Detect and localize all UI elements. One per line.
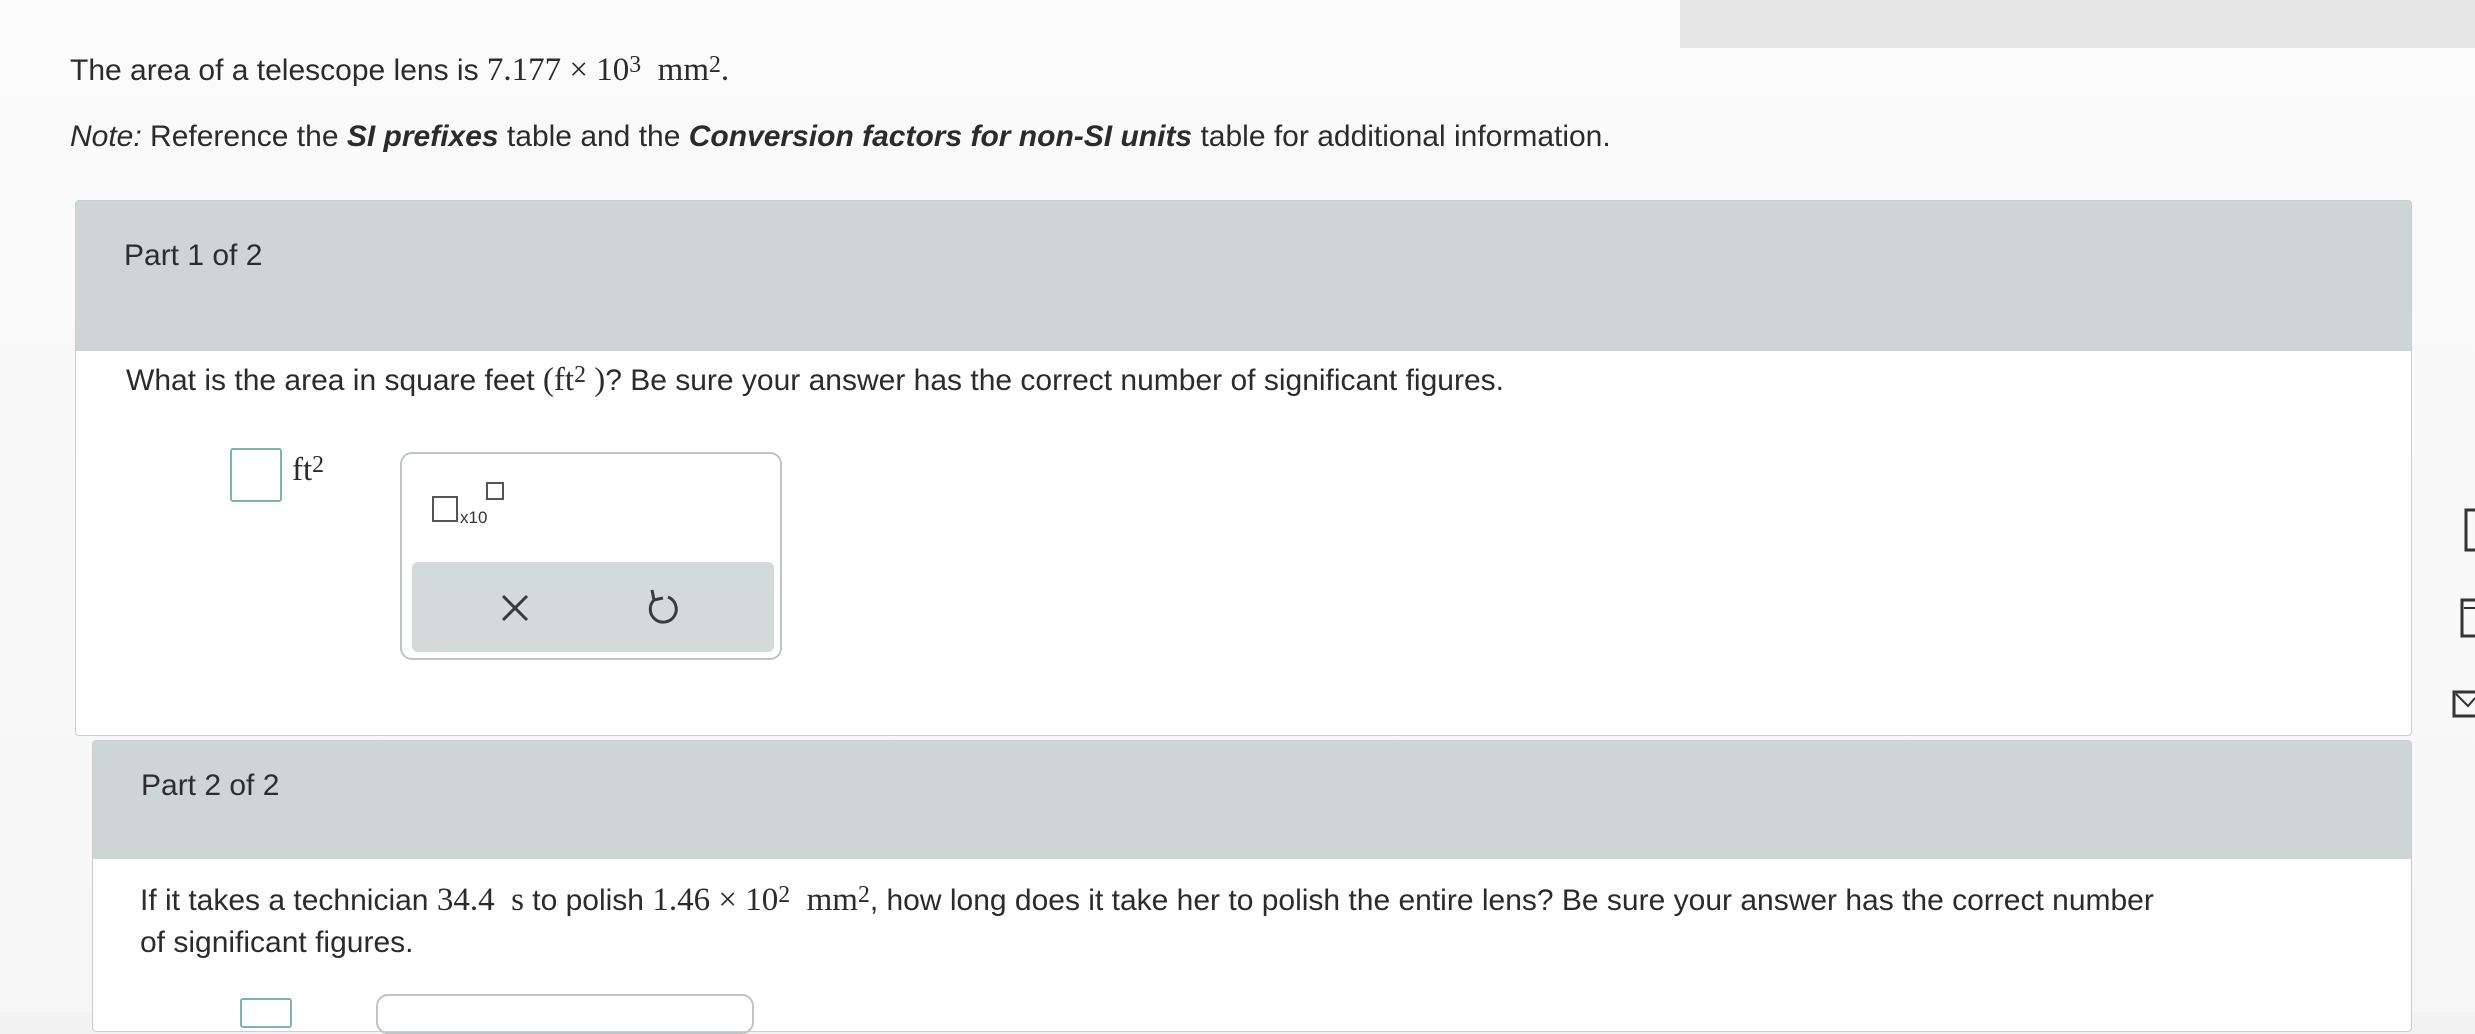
page: The area of a telescope lens is 7.177 × … bbox=[0, 0, 2475, 1034]
part-2-title: Part 2 of 2 bbox=[141, 769, 280, 802]
unit-power: 2 bbox=[574, 361, 586, 388]
side-message-icon[interactable] bbox=[2450, 686, 2475, 722]
part-2-question: If it takes a technician 34.4 s to polis… bbox=[140, 882, 2154, 919]
part-2-question-line-2: of significant figures. bbox=[140, 926, 414, 959]
conversion-factors-link[interactable]: Conversion factors for non-SI units bbox=[689, 120, 1192, 153]
reference-note: Note: Reference the SI prefixes table an… bbox=[70, 120, 1611, 154]
time-quantity: 34.4 s bbox=[437, 882, 524, 918]
part-2-question-mid: to polish bbox=[523, 884, 653, 917]
time-value: 34.4 bbox=[436, 882, 495, 918]
note-text-2: table and the bbox=[498, 120, 689, 153]
part-2-math-toolbox bbox=[376, 994, 754, 1034]
note-text-3: table for additional information. bbox=[1192, 120, 1611, 153]
part-2-question-lead: If it takes a technician bbox=[140, 884, 437, 917]
close-icon bbox=[501, 594, 529, 622]
part-1-answer-unit: ft2 bbox=[292, 452, 324, 489]
part-1-answer-input[interactable] bbox=[230, 448, 282, 502]
toolbox-actions bbox=[412, 562, 774, 652]
note-text-1: Reference the bbox=[141, 120, 347, 153]
part-2-header: Part 2 of 2 bbox=[93, 741, 2411, 859]
area-unit: mm bbox=[657, 52, 710, 88]
polished-exponent: 2 bbox=[778, 881, 791, 908]
si-prefixes-link[interactable]: SI prefixes bbox=[347, 120, 499, 153]
polished-base: 10 bbox=[745, 882, 779, 918]
part-1-question-lead: What is the area in square feet bbox=[126, 364, 543, 397]
answer-unit-power: 2 bbox=[312, 451, 325, 478]
times-sign: × bbox=[569, 52, 589, 88]
area-mantissa: 7.177 bbox=[486, 52, 562, 88]
problem-area-value: 7.177 × 103 mm2. bbox=[487, 52, 729, 88]
undo-button[interactable] bbox=[632, 578, 692, 638]
mantissa-box-icon bbox=[432, 496, 458, 522]
unit-close: ) bbox=[594, 362, 606, 398]
exponent-box-icon bbox=[486, 482, 504, 500]
x10-label: x10 bbox=[460, 508, 488, 527]
polished-unit-power: 2 bbox=[857, 881, 870, 908]
undo-icon bbox=[648, 589, 678, 624]
period: . bbox=[720, 52, 730, 88]
polished-area-value: 1.46 × 102 mm2 bbox=[652, 882, 869, 918]
part-2-answer-input[interactable] bbox=[240, 998, 292, 1028]
area-base: 10 bbox=[596, 52, 630, 88]
times-sign: × bbox=[718, 882, 737, 918]
part-1-title: Part 1 of 2 bbox=[124, 239, 263, 272]
part-1-header: Part 1 of 2 bbox=[76, 201, 2411, 351]
part-1-question-unit: (ft2 ) bbox=[543, 362, 605, 398]
clear-button[interactable] bbox=[485, 578, 545, 638]
area-unit-power: 2 bbox=[709, 51, 721, 78]
time-unit: s bbox=[511, 882, 524, 918]
problem-statement: The area of a telescope lens is 7.177 × … bbox=[70, 52, 729, 89]
math-toolbox: x10 bbox=[400, 452, 782, 660]
scientific-notation-button[interactable]: x10 bbox=[432, 482, 512, 532]
area-exponent: 3 bbox=[629, 51, 642, 78]
note-label: Note: bbox=[70, 120, 142, 153]
answer-unit: ft bbox=[292, 452, 313, 488]
part-1-question: What is the area in square feet (ft2 )? … bbox=[126, 362, 1504, 399]
part-2-question-tail: , how long does it take her to polish th… bbox=[869, 884, 2154, 917]
side-tab-icon[interactable] bbox=[2463, 508, 2475, 552]
polished-mantissa: 1.46 bbox=[652, 882, 711, 918]
part-1-question-tail: ? Be sure your answer has the correct nu… bbox=[605, 364, 1504, 397]
top-shade bbox=[1680, 0, 2475, 48]
problem-lead: The area of a telescope lens is bbox=[70, 54, 487, 87]
polished-unit: mm bbox=[806, 882, 858, 918]
side-panel-icon[interactable] bbox=[2458, 596, 2475, 640]
unit-open: (ft bbox=[542, 362, 575, 398]
